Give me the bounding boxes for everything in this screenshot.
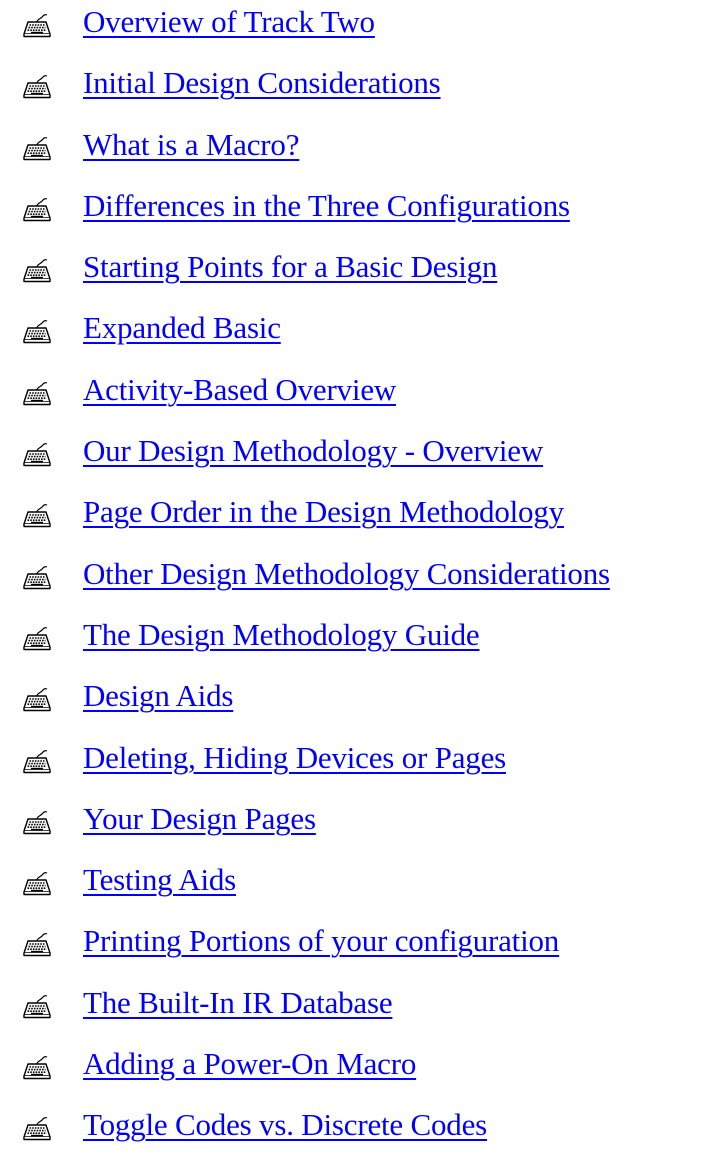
list-item: Differences in the Three Configurations xyxy=(0,184,704,245)
list-item: Activity-Based Overview xyxy=(0,368,704,429)
list-item: Your Design Pages xyxy=(0,797,704,858)
keyboard-icon xyxy=(23,565,51,589)
toc-link[interactable]: Differences in the Three Configurations xyxy=(83,184,570,228)
keyboard-icon xyxy=(23,136,51,160)
keyboard-icon xyxy=(23,504,51,528)
toc-link[interactable]: Expanded Basic xyxy=(83,306,281,350)
keyboard-icon xyxy=(23,1055,51,1080)
list-item: The Built-In IR Database xyxy=(0,981,704,1042)
list-item: Starting Points for a Basic Design xyxy=(0,245,704,306)
toc-link[interactable]: Adding a Power-On Macro xyxy=(83,1042,416,1086)
list-item: Initial Design Considerations xyxy=(0,61,704,122)
keyboard-icon xyxy=(23,872,51,896)
keyboard-icon xyxy=(23,75,51,99)
toc-link[interactable]: Design Aids xyxy=(83,674,233,718)
toc-link[interactable]: Activity-Based Overview xyxy=(83,368,396,412)
toc-link[interactable]: Toggle Codes vs. Discrete Codes xyxy=(83,1103,487,1147)
keyboard-icon xyxy=(23,994,51,1019)
keyboard-icon xyxy=(23,13,51,38)
keyboard-icon xyxy=(23,259,51,283)
toc-link[interactable]: Testing Aids xyxy=(83,858,236,902)
toc-link[interactable]: Starting Points for a Basic Design xyxy=(83,245,497,289)
toc-link[interactable]: Printing Portions of your configuration xyxy=(83,919,559,963)
list-item: Other Design Methodology Considerations xyxy=(0,552,704,613)
toc-link[interactable]: Our Design Methodology - Overview xyxy=(83,429,543,473)
list-item: Page Order in the Design Methodology xyxy=(0,490,704,551)
list-item: Toggle Codes vs. Discrete Codes xyxy=(0,1103,704,1164)
keyboard-icon xyxy=(23,1117,51,1141)
keyboard-icon xyxy=(23,320,51,344)
list-item: The Design Methodology Guide xyxy=(0,613,704,674)
list-item: Expanded Basic xyxy=(0,306,704,367)
toc-link[interactable]: Initial Design Considerations xyxy=(83,61,441,105)
list-item: Our Design Methodology - Overview xyxy=(0,429,704,490)
list-item: Printing Portions of your configuration xyxy=(0,919,704,980)
list-item: Deleting, Hiding Devices or Pages xyxy=(0,736,704,797)
keyboard-icon xyxy=(23,749,51,773)
list-item: Design Aids xyxy=(0,674,704,735)
keyboard-icon xyxy=(23,688,51,712)
toc-link[interactable]: Your Design Pages xyxy=(83,797,316,841)
list-item: Testing Aids xyxy=(0,858,704,919)
toc-link[interactable]: Other Design Methodology Considerations xyxy=(83,552,610,596)
keyboard-icon xyxy=(23,626,51,651)
toc-link[interactable]: Page Order in the Design Methodology xyxy=(83,490,564,534)
toc-link[interactable]: Deleting, Hiding Devices or Pages xyxy=(83,736,506,780)
toc-link[interactable]: Overview of Track Two xyxy=(83,0,375,44)
table-of-contents: Overview of Track Two Initial Design Con… xyxy=(0,0,704,1165)
list-item: What is a Macro? xyxy=(0,123,704,184)
list-item: Adding a Power-On Macro xyxy=(0,1042,704,1103)
keyboard-icon xyxy=(23,810,51,835)
list-item: Overview of Track Two xyxy=(0,0,704,61)
toc-link[interactable]: The Design Methodology Guide xyxy=(83,613,480,657)
keyboard-icon xyxy=(23,381,51,406)
toc-link[interactable]: The Built-In IR Database xyxy=(83,981,393,1025)
keyboard-icon xyxy=(23,197,51,222)
keyboard-icon xyxy=(23,933,51,957)
toc-link[interactable]: What is a Macro? xyxy=(83,123,299,167)
keyboard-icon xyxy=(23,442,51,467)
